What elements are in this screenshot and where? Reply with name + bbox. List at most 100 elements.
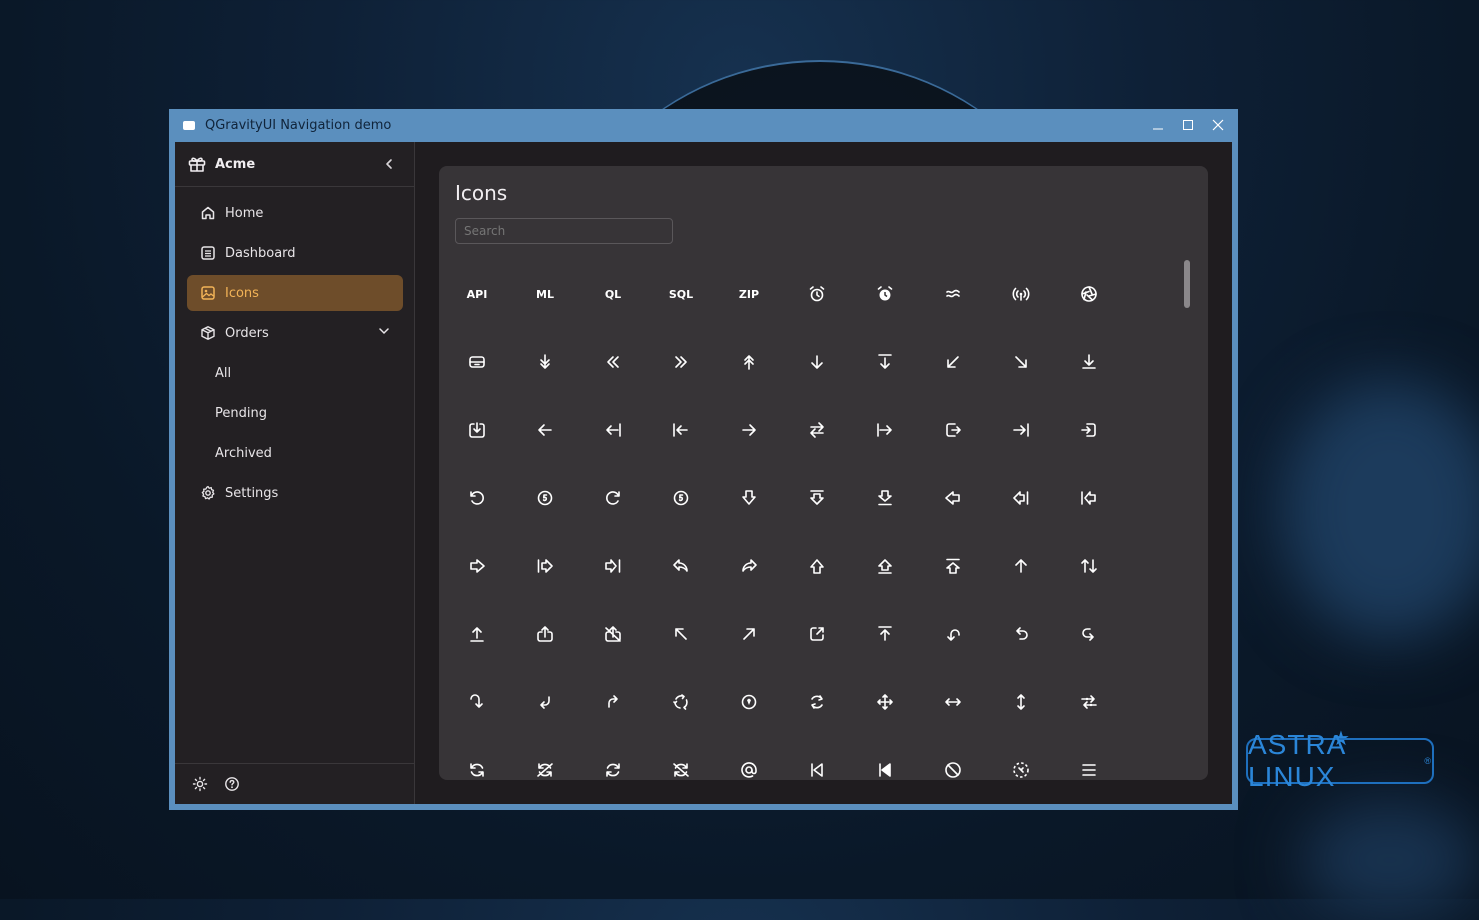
arrow-up-right-from-square-icon[interactable] (783, 600, 851, 668)
arrow-right-from-line-icon[interactable] (851, 396, 919, 464)
ql-icon[interactable]: QL (579, 260, 647, 328)
sidebar-item-dashboard[interactable]: Dashboard (187, 235, 403, 271)
arrow-uturn-cw-down-icon[interactable] (443, 668, 511, 736)
arrow-up-right-icon[interactable] (715, 600, 783, 668)
arrow-up-from-square-icon[interactable] (511, 600, 579, 668)
sidebar-item-home[interactable]: Home (187, 195, 403, 231)
arrow-rotate-left-5-icon-glyph (537, 490, 553, 506)
arrow-up-left-icon[interactable] (647, 600, 715, 668)
aperture-icon[interactable] (1055, 260, 1123, 328)
arrow-shape-down-icon[interactable] (715, 464, 783, 532)
arrow-shape-up-icon[interactable] (783, 532, 851, 600)
minimize-button[interactable] (1150, 115, 1166, 135)
arrow-shape-right-to-line-icon[interactable] (579, 532, 647, 600)
arrow-shape-turn-up-right-icon[interactable] (715, 532, 783, 600)
arrows-rotate-right-icon[interactable] (579, 736, 647, 780)
arrow-down-to-square-icon[interactable] (443, 396, 511, 464)
sidebar-item-orders-pending[interactable]: Pending (187, 395, 403, 431)
arrow-left-from-line-icon[interactable] (647, 396, 715, 464)
arrow-shape-up-to-line-icon[interactable] (851, 532, 919, 600)
at-icon[interactable] (715, 736, 783, 780)
sql-icon[interactable]: SQL (647, 260, 715, 328)
arrow-down-double-icon[interactable] (511, 328, 579, 396)
arrow-right-double-icon[interactable] (647, 328, 715, 396)
arrow-down-icon[interactable] (783, 328, 851, 396)
alarm-clock-fill-icon[interactable] (851, 260, 919, 328)
backward-step-fill-icon[interactable] (851, 736, 919, 780)
search-input[interactable] (455, 218, 673, 244)
window-titlebar[interactable]: QGravityUI Navigation demo (169, 109, 1238, 142)
maximize-button[interactable] (1180, 115, 1196, 135)
arrow-up-to-bar-icon[interactable] (443, 600, 511, 668)
circle-question-icon[interactable] (224, 776, 240, 792)
arrow-down-left-icon[interactable] (919, 328, 987, 396)
arrow-uturn-ccw-left-icon[interactable] (919, 600, 987, 668)
close-button[interactable] (1210, 115, 1226, 135)
arrow-right-from-square-icon[interactable] (919, 396, 987, 464)
arrow-right-to-square-icon[interactable] (1055, 396, 1123, 464)
arrow-down-right-icon[interactable] (987, 328, 1055, 396)
arrow-up-from-square-slash-icon[interactable] (579, 600, 647, 668)
arrow-uturn-ccw-up-icon[interactable] (987, 600, 1055, 668)
arrow-shape-turn-up-left-icon[interactable] (647, 532, 715, 600)
sidebar-item-orders-archived[interactable]: Archived (187, 435, 403, 471)
arrow-shape-left-to-line-icon[interactable] (987, 464, 1055, 532)
api-icon[interactable]: API (443, 260, 511, 328)
sidebar-item-orders[interactable]: Orders (187, 315, 403, 351)
circle-dashed-icon[interactable] (987, 736, 1055, 780)
arrow-uturn-cw-right-icon[interactable] (1055, 600, 1123, 668)
arrows-3-rotate-left-icon[interactable] (647, 668, 715, 736)
ban-icon[interactable] (919, 736, 987, 780)
zip-icon[interactable]: ZIP (715, 260, 783, 328)
arrow-up-double-icon[interactable] (715, 328, 783, 396)
arrow-down-to-bar-icon[interactable] (1055, 328, 1123, 396)
arrow-shape-right-from-line-icon[interactable] (511, 532, 579, 600)
arrow-right-icon[interactable] (715, 396, 783, 464)
arrow-uturn-ccw-down-icon[interactable] (511, 668, 579, 736)
arrows-3-rotate-right-icon[interactable] (715, 668, 783, 736)
arrow-left-to-line-icon[interactable] (579, 396, 647, 464)
arrow-uturn-cw-up-icon[interactable] (579, 668, 647, 736)
arrows-rotate-up-icon[interactable] (783, 668, 851, 736)
approximately-icon[interactable] (919, 260, 987, 328)
arrow-right-to-line-icon[interactable] (987, 396, 1055, 464)
arrows-rotate-right-slash-icon[interactable] (647, 736, 715, 780)
arrows-up-down-icon[interactable] (1055, 532, 1123, 600)
arrows-opposite-icon[interactable] (1055, 668, 1123, 736)
arrow-shape-up-from-line-icon[interactable] (919, 532, 987, 600)
arrow-rotate-right-5-icon[interactable] (647, 464, 715, 532)
bars-icon[interactable] (1055, 736, 1123, 780)
arrow-down-to-line-icon[interactable] (851, 328, 919, 396)
scrollbar-thumb[interactable] (1184, 260, 1190, 308)
arrow-shape-right-icon[interactable] (443, 532, 511, 600)
alarm-clock-icon[interactable] (783, 260, 851, 328)
house-icon (201, 206, 215, 220)
arrow-up-to-line-icon[interactable] (851, 600, 919, 668)
antenna-icon[interactable] (987, 260, 1055, 328)
arrow-shape-down-from-line-icon[interactable] (783, 464, 851, 532)
arrow-shape-down-to-line-icon[interactable] (851, 464, 919, 532)
sidebar-item-icons[interactable]: Icons (187, 275, 403, 311)
arrows-left-right-icon[interactable] (919, 668, 987, 736)
arrow-shape-left-from-line-icon[interactable] (1055, 464, 1123, 532)
sidebar-item-settings[interactable]: Settings (187, 475, 403, 511)
sun-icon[interactable] (192, 776, 208, 792)
arrow-shape-left-icon[interactable] (919, 464, 987, 532)
archive-icon[interactable] (443, 328, 511, 396)
chevron-left-icon[interactable] (382, 154, 396, 174)
arrow-left-double-icon[interactable] (579, 328, 647, 396)
ml-icon[interactable]: ML (511, 260, 579, 328)
arrow-left-icon[interactable] (511, 396, 579, 464)
arrow-up-icon[interactable] (987, 532, 1055, 600)
sidebar-item-orders-all[interactable]: All (187, 355, 403, 391)
arrow-right-arrow-left-icon[interactable] (783, 396, 851, 464)
arrow-rotate-left-5-icon[interactable] (511, 464, 579, 532)
arrows-rotate-left-icon[interactable] (443, 736, 511, 780)
arrow-rotate-right-icon[interactable] (579, 464, 647, 532)
arrows-up-down-vertical-icon[interactable] (987, 668, 1055, 736)
arrows-rotate-left-slash-icon[interactable] (511, 736, 579, 780)
arrows-expand-icon[interactable] (851, 668, 919, 736)
arrow-rotate-left-icon[interactable] (443, 464, 511, 532)
backward-step-icon[interactable] (783, 736, 851, 780)
chevron-down-icon[interactable] (377, 324, 391, 338)
